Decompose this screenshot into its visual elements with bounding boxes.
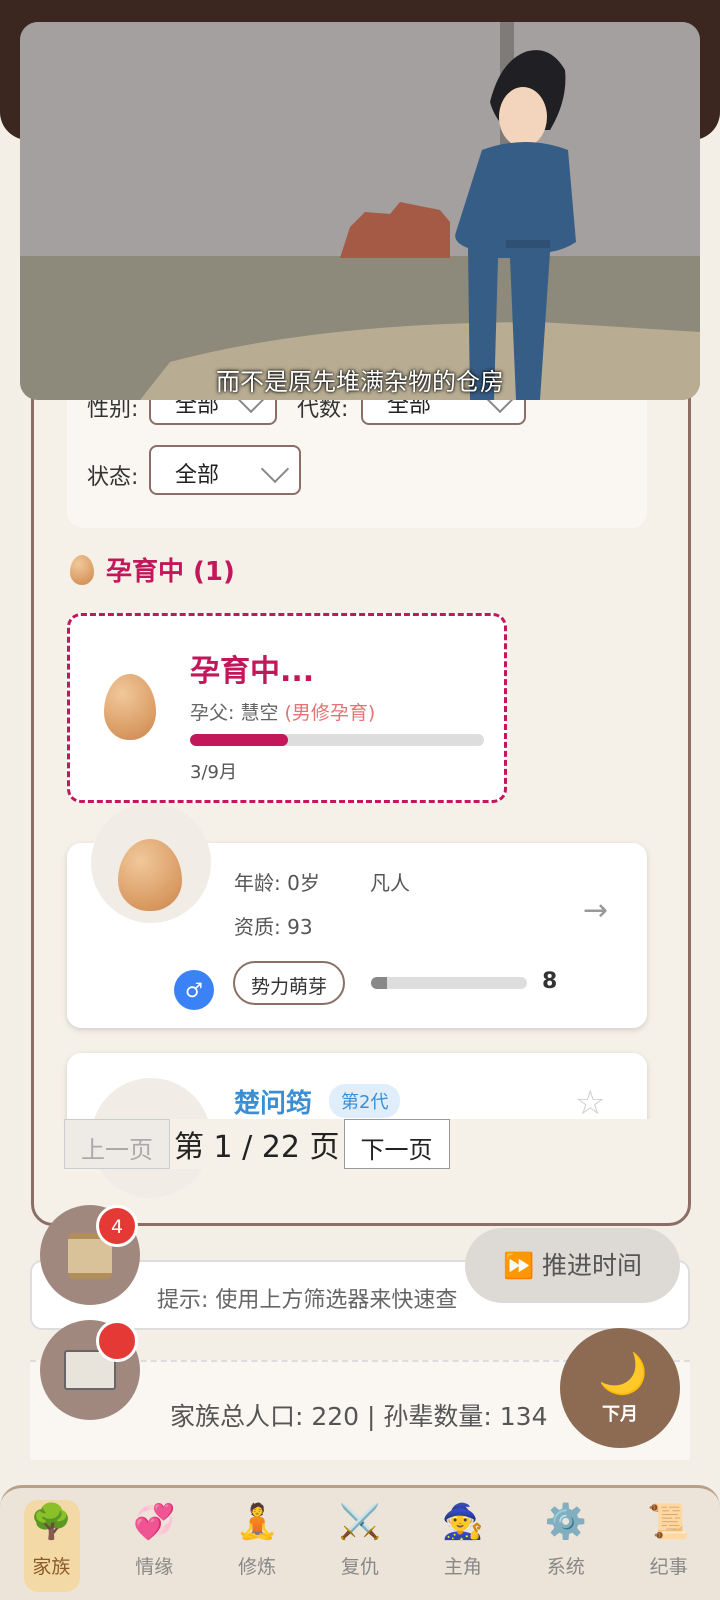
nav-item-protagonist[interactable]: 🧙 主角 <box>411 1488 514 1600</box>
nav-item-system[interactable]: ⚙️ 系统 <box>514 1488 617 1600</box>
nav-label: 系统 <box>546 1556 585 1578</box>
character-card[interactable]: 年龄: 0岁 凡人 资质: 93 → ♂ 势力萌芽 8 <box>67 803 647 1028</box>
nav-label: 主角 <box>443 1556 482 1578</box>
next-page-button[interactable]: 下一页 <box>343 1119 450 1169</box>
tree-icon: 🌳 <box>30 1502 73 1542</box>
status-select-value: 全部 <box>175 463 220 488</box>
nav-item-revenge[interactable]: ⚔️ 复仇 <box>309 1488 412 1600</box>
chevron-down-icon <box>260 454 290 484</box>
news-button[interactable] <box>40 1320 140 1420</box>
red-dot-badge <box>96 1320 138 1362</box>
star-icon[interactable]: ☆ <box>575 1083 605 1123</box>
video-subtitle: 而不是原先堆满杂物的仓房 <box>216 368 504 396</box>
notification-badge: 4 <box>96 1205 138 1247</box>
nav-label: 情缘 <box>135 1556 174 1578</box>
advance-time-button[interactable]: ⏩ 推进时间 <box>465 1228 680 1303</box>
scroll-icon: 📜 <box>647 1502 690 1542</box>
nav-label: 复仇 <box>341 1556 380 1578</box>
bottom-nav: 🌳 家族 💞 情缘 🧘 修炼 ⚔️ 复仇 🧙 主角 ⚙️ 系统 📜 纪事 <box>0 1485 720 1600</box>
power-progress-fill <box>371 977 387 989</box>
gear-icon: ⚙️ <box>544 1502 587 1542</box>
pregnancy-progress-bar <box>190 734 484 746</box>
hint-text: 提示: 使用上方筛选器来快速查 <box>157 1288 458 1313</box>
next-month-label: 下月 <box>602 1404 638 1425</box>
egg-icon <box>118 839 182 911</box>
egg-icon <box>70 554 94 585</box>
next-month-button[interactable]: 🌙 下月 <box>560 1328 680 1448</box>
status-filter-label: 状态: <box>87 465 139 490</box>
video-overlay[interactable]: 而不是原先堆满杂物的仓房 <box>20 22 700 400</box>
status-select[interactable]: 全部 <box>149 445 301 495</box>
generation-badge: 第2代 <box>329 1084 401 1118</box>
pregnancy-father: 孕父: 慧空 (男修孕育) <box>190 698 375 725</box>
moon-icon: 🌙 <box>598 1351 648 1397</box>
crossed-swords-icon: ⚔️ <box>338 1502 382 1542</box>
aptitude-text: 资质: 93 <box>234 915 313 939</box>
nav-item-cultivation[interactable]: 🧘 修炼 <box>206 1488 309 1600</box>
power-pill[interactable]: 势力萌芽 <box>233 961 346 1005</box>
power-progress-bar <box>371 977 527 989</box>
pregnancy-card[interactable]: 孕育中... 孕父: 慧空 (男修孕育) 3/9月 <box>67 613 507 803</box>
pregnancy-progress-fill <box>190 734 288 746</box>
wizard-icon: 🧙 <box>441 1502 485 1542</box>
nav-label: 纪事 <box>649 1556 688 1578</box>
family-panel: 性别: 全部 代数: 全部 状态: 全部 孕育中 (1) 孕育中... 孕父: … <box>31 300 691 1226</box>
character-name[interactable]: 楚问筠 <box>234 1083 312 1120</box>
page-indicator: 第 1 / 22 页 <box>174 1130 340 1165</box>
avatar <box>91 803 211 923</box>
hearts-icon: 💞 <box>133 1502 176 1542</box>
nav-item-family[interactable]: 🌳 家族 <box>0 1488 103 1600</box>
male-icon: ♂ <box>174 970 214 1010</box>
nav-label: 家族 <box>32 1556 71 1578</box>
power-value: 8 <box>542 969 558 994</box>
pregnancy-month: 3/9月 <box>190 762 237 783</box>
pregnancy-section-title: 孕育中 (1) <box>106 557 235 587</box>
age-text: 年龄: 0岁 <box>234 871 320 895</box>
father-name: 孕父: 慧空 <box>190 702 279 724</box>
egg-icon <box>104 674 156 740</box>
nav-item-romance[interactable]: 💞 情缘 <box>103 1488 206 1600</box>
pregnancy-section-header: 孕育中 (1) <box>70 551 235 588</box>
pagination: 上一页 第 1 / 22 页 下一页 <box>64 1119 664 1169</box>
video-scene <box>20 22 700 400</box>
meditation-icon: 🧘 <box>235 1502 279 1542</box>
realm-text: 凡人 <box>370 871 410 895</box>
pregnancy-type-tag: (男修孕育) <box>284 702 376 724</box>
nav-item-chronicle[interactable]: 📜 纪事 <box>617 1488 720 1600</box>
prev-page-button[interactable]: 上一页 <box>64 1119 170 1169</box>
family-stats: 家族总人口: 220 | 孙辈数量: 134 <box>170 1402 548 1431</box>
pregnancy-card-title: 孕育中... <box>190 654 315 689</box>
scroll-button[interactable]: 4 <box>40 1205 140 1305</box>
nav-label: 修炼 <box>238 1556 277 1578</box>
arrow-right-icon[interactable]: → <box>583 893 608 928</box>
